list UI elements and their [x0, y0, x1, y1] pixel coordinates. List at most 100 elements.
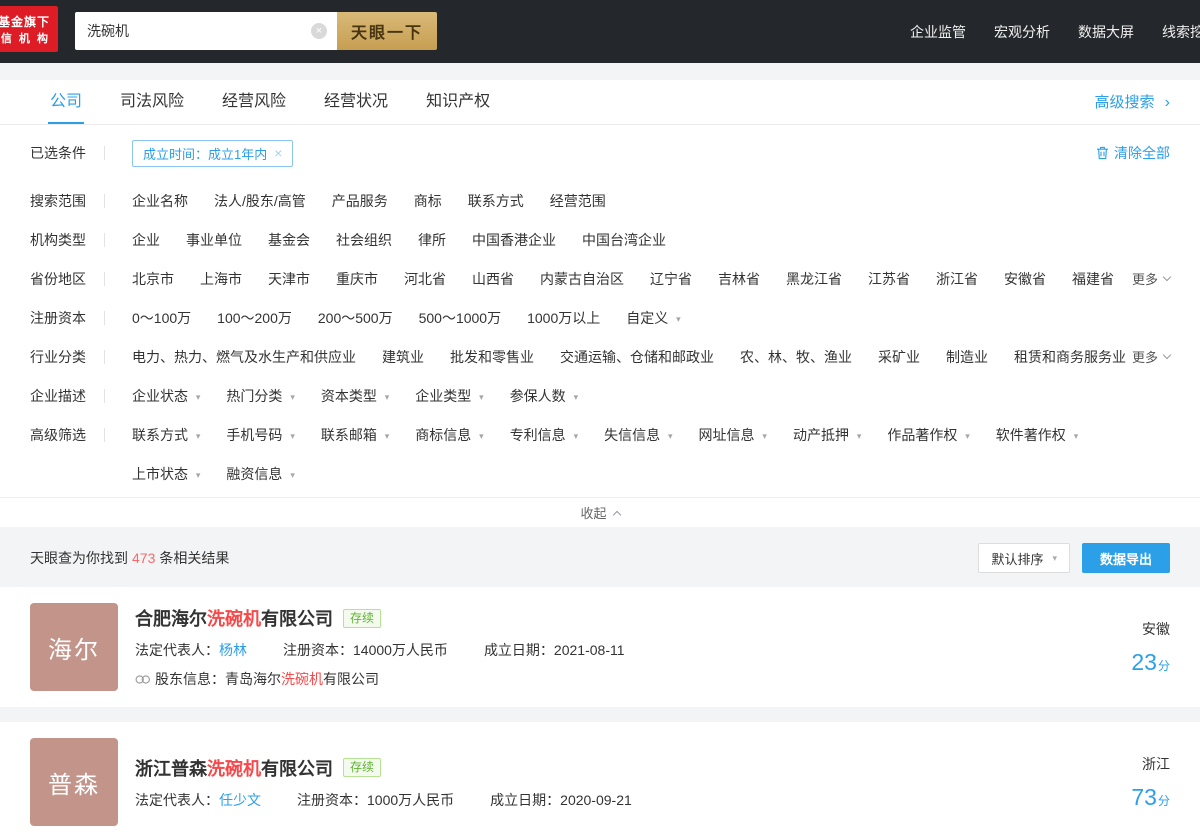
topnav-item[interactable]: 数据大屏: [1078, 22, 1134, 42]
filter-option[interactable]: 律所: [418, 230, 446, 250]
filter-option[interactable]: 批发和零售业: [450, 347, 534, 367]
tab[interactable]: 经营风险: [220, 80, 288, 124]
filter-dropdown[interactable]: 手机号码 ▾: [226, 425, 294, 445]
filter-option[interactable]: 经营范围: [550, 191, 606, 211]
filter-option[interactable]: 农、林、牧、渔业: [740, 347, 852, 367]
filter-dropdown[interactable]: 联系邮箱 ▾: [321, 425, 389, 445]
filter-dropdown[interactable]: 软件著作权 ▾: [996, 425, 1078, 445]
filter-option[interactable]: 辽宁省: [650, 269, 692, 289]
filter-option[interactable]: 黑龙江省: [786, 269, 842, 289]
sort-dropdown[interactable]: 默认排序 ▾: [978, 543, 1070, 573]
filter-dropdown[interactable]: 资本类型 ▾: [321, 386, 389, 406]
filter-option[interactable]: 浙江省: [936, 269, 978, 289]
filter-option[interactable]: 河北省: [404, 269, 446, 289]
filter-dropdown[interactable]: 融资信息 ▾: [226, 464, 294, 484]
filter-option[interactable]: 采矿业: [878, 347, 920, 367]
filter-label: 注册资本: [30, 309, 86, 326]
topnav-item[interactable]: 企业监管: [910, 22, 966, 42]
filter-option[interactable]: 江苏省: [868, 269, 910, 289]
clear-search-icon[interactable]: ×: [311, 23, 327, 39]
tab[interactable]: 公司: [48, 80, 85, 124]
custom-capital-dropdown[interactable]: 自定义 ▾: [626, 308, 680, 328]
filter-option[interactable]: 法人/股东/高管: [214, 191, 306, 211]
filter-dropdown[interactable]: 企业状态 ▾: [132, 386, 200, 406]
caret-down-icon: ▾: [290, 391, 295, 402]
filter-option[interactable]: 山西省: [472, 269, 514, 289]
caret-down-icon: ▾: [762, 430, 767, 441]
filter-option[interactable]: 电力、热力、燃气及水生产和供应业: [132, 347, 356, 367]
legal-representative-link[interactable]: 杨林: [219, 642, 247, 658]
filter-label: 企业描述: [30, 387, 86, 404]
filter-option[interactable]: 内蒙古自治区: [540, 269, 624, 289]
filter-dropdown[interactable]: 参保人数 ▾: [510, 386, 578, 406]
keyword-highlight: 洗碗机: [207, 609, 261, 629]
trash-icon: [1097, 146, 1108, 160]
filter-option[interactable]: 中国台湾企业: [582, 230, 666, 250]
filter-option[interactable]: 200～500万: [318, 308, 393, 328]
filter-option[interactable]: 租赁和商务服务业: [1014, 347, 1126, 367]
filter-dropdown[interactable]: 商标信息 ▾: [415, 425, 483, 445]
topnav-item[interactable]: 宏观分析: [994, 22, 1050, 42]
advanced-search-link[interactable]: 高级搜索 ›: [1094, 80, 1170, 124]
filter-option[interactable]: 0～100万: [132, 308, 191, 328]
filter-option[interactable]: 北京市: [132, 269, 174, 289]
establish-date: 成立日期：2020-09-21: [490, 791, 632, 808]
filter-option[interactable]: 安徽省: [1004, 269, 1046, 289]
filter-option[interactable]: 上海市: [200, 269, 242, 289]
filter-option[interactable]: 商标: [414, 191, 442, 211]
registered-capital: 注册资本：1000万人民币: [297, 791, 455, 808]
filter-dropdown[interactable]: 企业类型 ▾: [415, 386, 483, 406]
filter-dropdown[interactable]: 专利信息 ▾: [510, 425, 578, 445]
filter-option[interactable]: 企业: [132, 230, 160, 250]
filter-option[interactable]: 基金会: [268, 230, 310, 250]
legal-representative-link[interactable]: 任少文: [219, 792, 261, 808]
company-logo[interactable]: 海尔: [30, 603, 118, 691]
filter-option[interactable]: 福建省: [1072, 269, 1114, 289]
company-score[interactable]: 73分: [1131, 784, 1170, 811]
filter-dropdown[interactable]: 失信信息 ▾: [604, 425, 672, 445]
filter-option[interactable]: 制造业: [946, 347, 988, 367]
filter-option[interactable]: 建筑业: [382, 347, 424, 367]
filter-option[interactable]: 联系方式: [468, 191, 524, 211]
company-name-link[interactable]: 浙江普森洗碗机有限公司: [135, 755, 333, 781]
filter-row-search-scope: 搜索范围 企业名称 法人/股东/高管 产品服务 商标 联系方式 经营范围: [30, 181, 1170, 220]
remove-tag-icon[interactable]: ×: [274, 145, 282, 161]
search-input[interactable]: [75, 12, 337, 50]
filter-option[interactable]: 100～200万: [217, 308, 292, 328]
topnav-item[interactable]: 线索挖掘: [1162, 22, 1200, 42]
search-button[interactable]: 天眼一下: [337, 12, 437, 50]
filter-option[interactable]: 交通运输、仓储和邮政业: [560, 347, 714, 367]
filter-option[interactable]: 500～1000万: [419, 308, 502, 328]
tab[interactable]: 知识产权: [424, 80, 492, 124]
filter-option[interactable]: 产品服务: [332, 191, 388, 211]
tab[interactable]: 司法风险: [118, 80, 186, 124]
company-name-link[interactable]: 合肥海尔洗碗机有限公司: [135, 605, 333, 631]
clear-all-button[interactable]: 清除全部: [1096, 143, 1170, 163]
collapse-button[interactable]: 收起: [0, 497, 1200, 527]
filter-option[interactable]: 企业名称: [132, 191, 188, 211]
filter-dropdown[interactable]: 动产抵押 ▾: [793, 425, 861, 445]
divider: [104, 193, 105, 208]
filter-option[interactable]: 1000万以上: [527, 308, 600, 328]
company-logo[interactable]: 普森: [30, 738, 118, 826]
filter-option[interactable]: 重庆市: [336, 269, 378, 289]
company-region: 安徽: [1142, 620, 1170, 637]
filter-option[interactable]: 事业单位: [186, 230, 242, 250]
filter-option[interactable]: 天津市: [268, 269, 310, 289]
selected-filter-tag[interactable]: 成立时间：成立1年内 ×: [132, 139, 294, 167]
filter-dropdown[interactable]: 网址信息 ▾: [699, 425, 767, 445]
filter-option[interactable]: 吉林省: [718, 269, 760, 289]
filter-dropdown[interactable]: 热门分类 ▾: [226, 386, 294, 406]
more-industries-button[interactable]: 更多: [1132, 347, 1172, 366]
more-provinces-button[interactable]: 更多: [1132, 269, 1172, 288]
company-score[interactable]: 23分: [1131, 649, 1170, 676]
tab[interactable]: 经营状况: [322, 80, 390, 124]
filter-option[interactable]: 中国香港企业: [472, 230, 556, 250]
filter-option[interactable]: 社会组织: [336, 230, 392, 250]
filter-dropdown[interactable]: 联系方式 ▾: [132, 425, 200, 445]
results-count: 473: [132, 550, 156, 566]
export-button[interactable]: 数据导出: [1081, 543, 1170, 573]
filter-row-company-description: 企业描述 企业状态 ▾ 热门分类 ▾ 资本类型 ▾ 企业类型 ▾ 参保人数 ▾: [30, 376, 1170, 415]
filter-dropdown[interactable]: 上市状态 ▾: [132, 464, 200, 484]
filter-dropdown[interactable]: 作品著作权 ▾: [887, 425, 969, 445]
